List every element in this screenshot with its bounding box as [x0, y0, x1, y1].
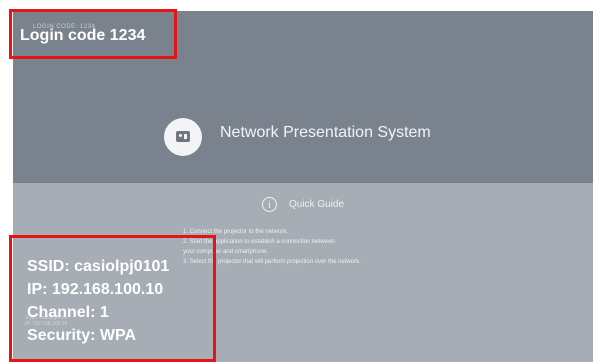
- guide-step: 3. Select the projector that will perfor…: [183, 259, 361, 265]
- info-icon: i: [262, 197, 277, 212]
- quick-guide-title: Quick Guide: [289, 199, 345, 210]
- login-code-label: Login code 1234: [20, 27, 146, 44]
- projector-glyph-icon: [176, 131, 190, 142]
- network-info-panel: SSID: casiolpj0101 IP: 192.168.100.10 Ch…: [27, 255, 169, 347]
- ssid-label: SSID: casiolpj0101: [27, 258, 170, 275]
- guide-step: 2. Start the application to establish a …: [183, 239, 335, 245]
- security-label: Security: WPA: [27, 327, 137, 344]
- guide-step: 1. Connect the projector to the network.: [183, 229, 289, 235]
- ip-label: IP: 192.168.100.10: [27, 281, 164, 298]
- guide-step: your computer and smartphone.: [183, 249, 269, 255]
- guide-steps: 1. Connect the projector to the network.…: [183, 227, 523, 267]
- channel-label: Channel: 1: [27, 304, 109, 321]
- projector-logo-icon: [164, 118, 202, 156]
- app-title: Network Presentation System: [220, 124, 431, 141]
